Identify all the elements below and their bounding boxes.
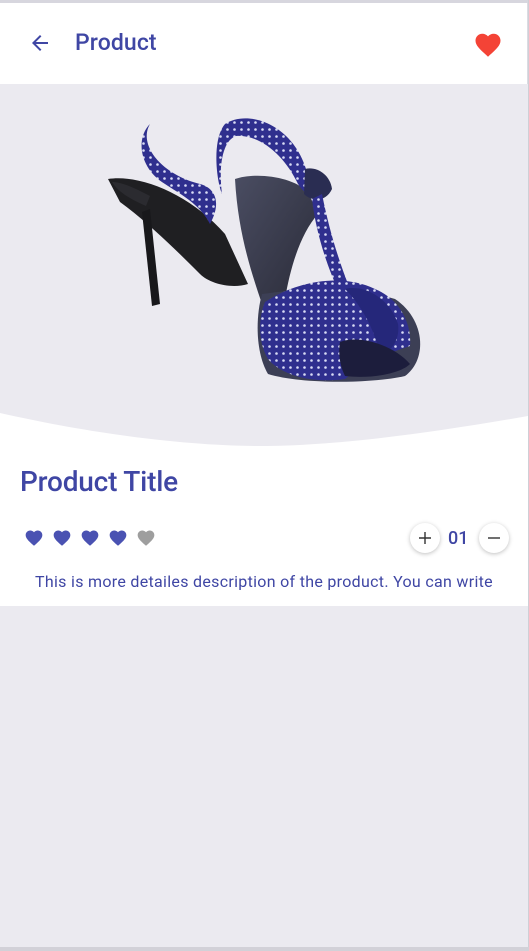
heart-rating-icon (80, 528, 100, 548)
rating (24, 528, 156, 548)
decrease-quantity-button[interactable] (479, 523, 509, 553)
heart-rating-icon (52, 528, 72, 548)
heart-rating-icon (108, 528, 128, 548)
card-curve (0, 413, 528, 450)
increase-quantity-button[interactable] (410, 523, 440, 553)
heart-rating-icon-empty (136, 528, 156, 548)
quantity-value: 01 (448, 528, 469, 549)
heart-icon (475, 33, 501, 57)
app-screen: Product Product Title 01 This is more de… (0, 0, 529, 951)
product-description: This is more detailes description of the… (35, 572, 493, 591)
bottom-divider (0, 947, 529, 951)
page-title: Product (75, 29, 157, 56)
favorite-button[interactable] (470, 27, 506, 63)
heart-rating-icon (24, 528, 44, 548)
product-title: Product Title (20, 465, 178, 498)
plus-icon (419, 532, 431, 544)
minus-icon (488, 537, 500, 539)
arrow-left-icon (32, 35, 48, 51)
back-button[interactable] (22, 25, 58, 61)
app-bar: Product (0, 3, 528, 84)
